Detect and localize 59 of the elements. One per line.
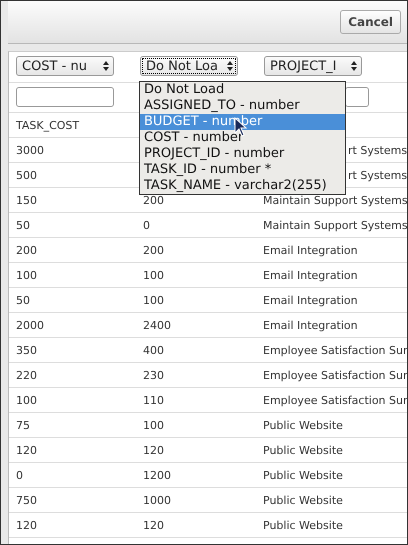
updown-icon (102, 60, 110, 72)
table-cell-text: Email Integration (262, 244, 359, 256)
table-cell-text: Public Website (262, 444, 344, 456)
table-cell-text: 100 (142, 268, 165, 282)
column-select[interactable]: COST - nu (16, 56, 114, 76)
table-cell-text: 120 (15, 444, 38, 456)
column-header: TASK_COST (15, 118, 80, 132)
table-cell-text: 2000 (15, 318, 45, 332)
table-cell-text: 0 (142, 218, 151, 232)
dropdown-option[interactable]: COST - number (140, 130, 345, 146)
dropdown-option[interactable]: TASK_ID - number * (140, 162, 345, 178)
table-cell-text: 200 (142, 194, 165, 206)
column-select[interactable]: PROJECT_I (264, 56, 362, 76)
table-cell-text: 75 (15, 418, 31, 432)
table-cell-text: Public Website (262, 468, 344, 482)
table-cell-text: 50 (15, 218, 31, 232)
dropdown-option[interactable]: TASK_NAME - varchar2(255) (140, 178, 345, 194)
table-cell-text: 0 (15, 468, 24, 482)
table-cell-text: 500 (15, 168, 38, 182)
table-cell-text: 120 (15, 518, 38, 532)
table-cell-text: 1200 (142, 468, 172, 482)
dropdown-option[interactable]: PROJECT_ID - number (140, 146, 345, 162)
table-cell-text: Email Integration (262, 318, 359, 332)
cancel-button[interactable]: Cancel (340, 10, 401, 34)
table-cell-text: 100 (142, 294, 165, 306)
table-cell-text: 120 (142, 444, 165, 456)
dropdown-option[interactable]: Do Not Load (140, 82, 345, 98)
updown-icon (350, 60, 358, 72)
table-cell-text: 120 (142, 518, 165, 532)
updown-icon (226, 60, 234, 72)
table-cell: rt Systems (348, 144, 407, 156)
dropdown-option[interactable]: ASSIGNED_TO - number (140, 98, 345, 114)
table-cell-text: 100 (15, 268, 38, 282)
table-cell-text: 3000 (15, 144, 45, 156)
table-cell-text: 2400 (142, 318, 172, 332)
table-cell-text: Email Integration (262, 294, 359, 306)
table-cell-text: 200 (15, 244, 38, 256)
table-cell-text: 750 (15, 494, 38, 506)
table-cell-text: Public Website (262, 518, 344, 532)
table-cell-text: 1000 (142, 494, 172, 506)
table-cell-text: 350 (15, 344, 38, 356)
table-cell-text: 50 (15, 294, 31, 306)
table-cell-text: 220 (15, 368, 38, 382)
table-cell-text: Public Website (262, 418, 344, 432)
table-cell-text: 400 (142, 344, 165, 356)
table-cell-text: 100 (15, 394, 38, 406)
input-field[interactable] (345, 87, 369, 107)
table-cell: rt Systems (348, 168, 407, 182)
table-cell-text: 150 (15, 194, 38, 206)
table-cell-text: 200 (142, 244, 165, 256)
table-cell-text: Maintain Support Systems (262, 218, 407, 232)
input-field[interactable] (16, 87, 114, 107)
table-cell-text: 110 (142, 394, 165, 406)
table-cell-text: Public Website (262, 494, 344, 506)
table-cell-text: Email Integration (262, 268, 359, 282)
table-cell-text: 100 (142, 418, 165, 432)
table-cell-text: 230 (142, 368, 165, 382)
table-cell-text: Maintain Support Systems (262, 194, 407, 206)
column-select[interactable]: Do Not Loa (140, 56, 238, 76)
